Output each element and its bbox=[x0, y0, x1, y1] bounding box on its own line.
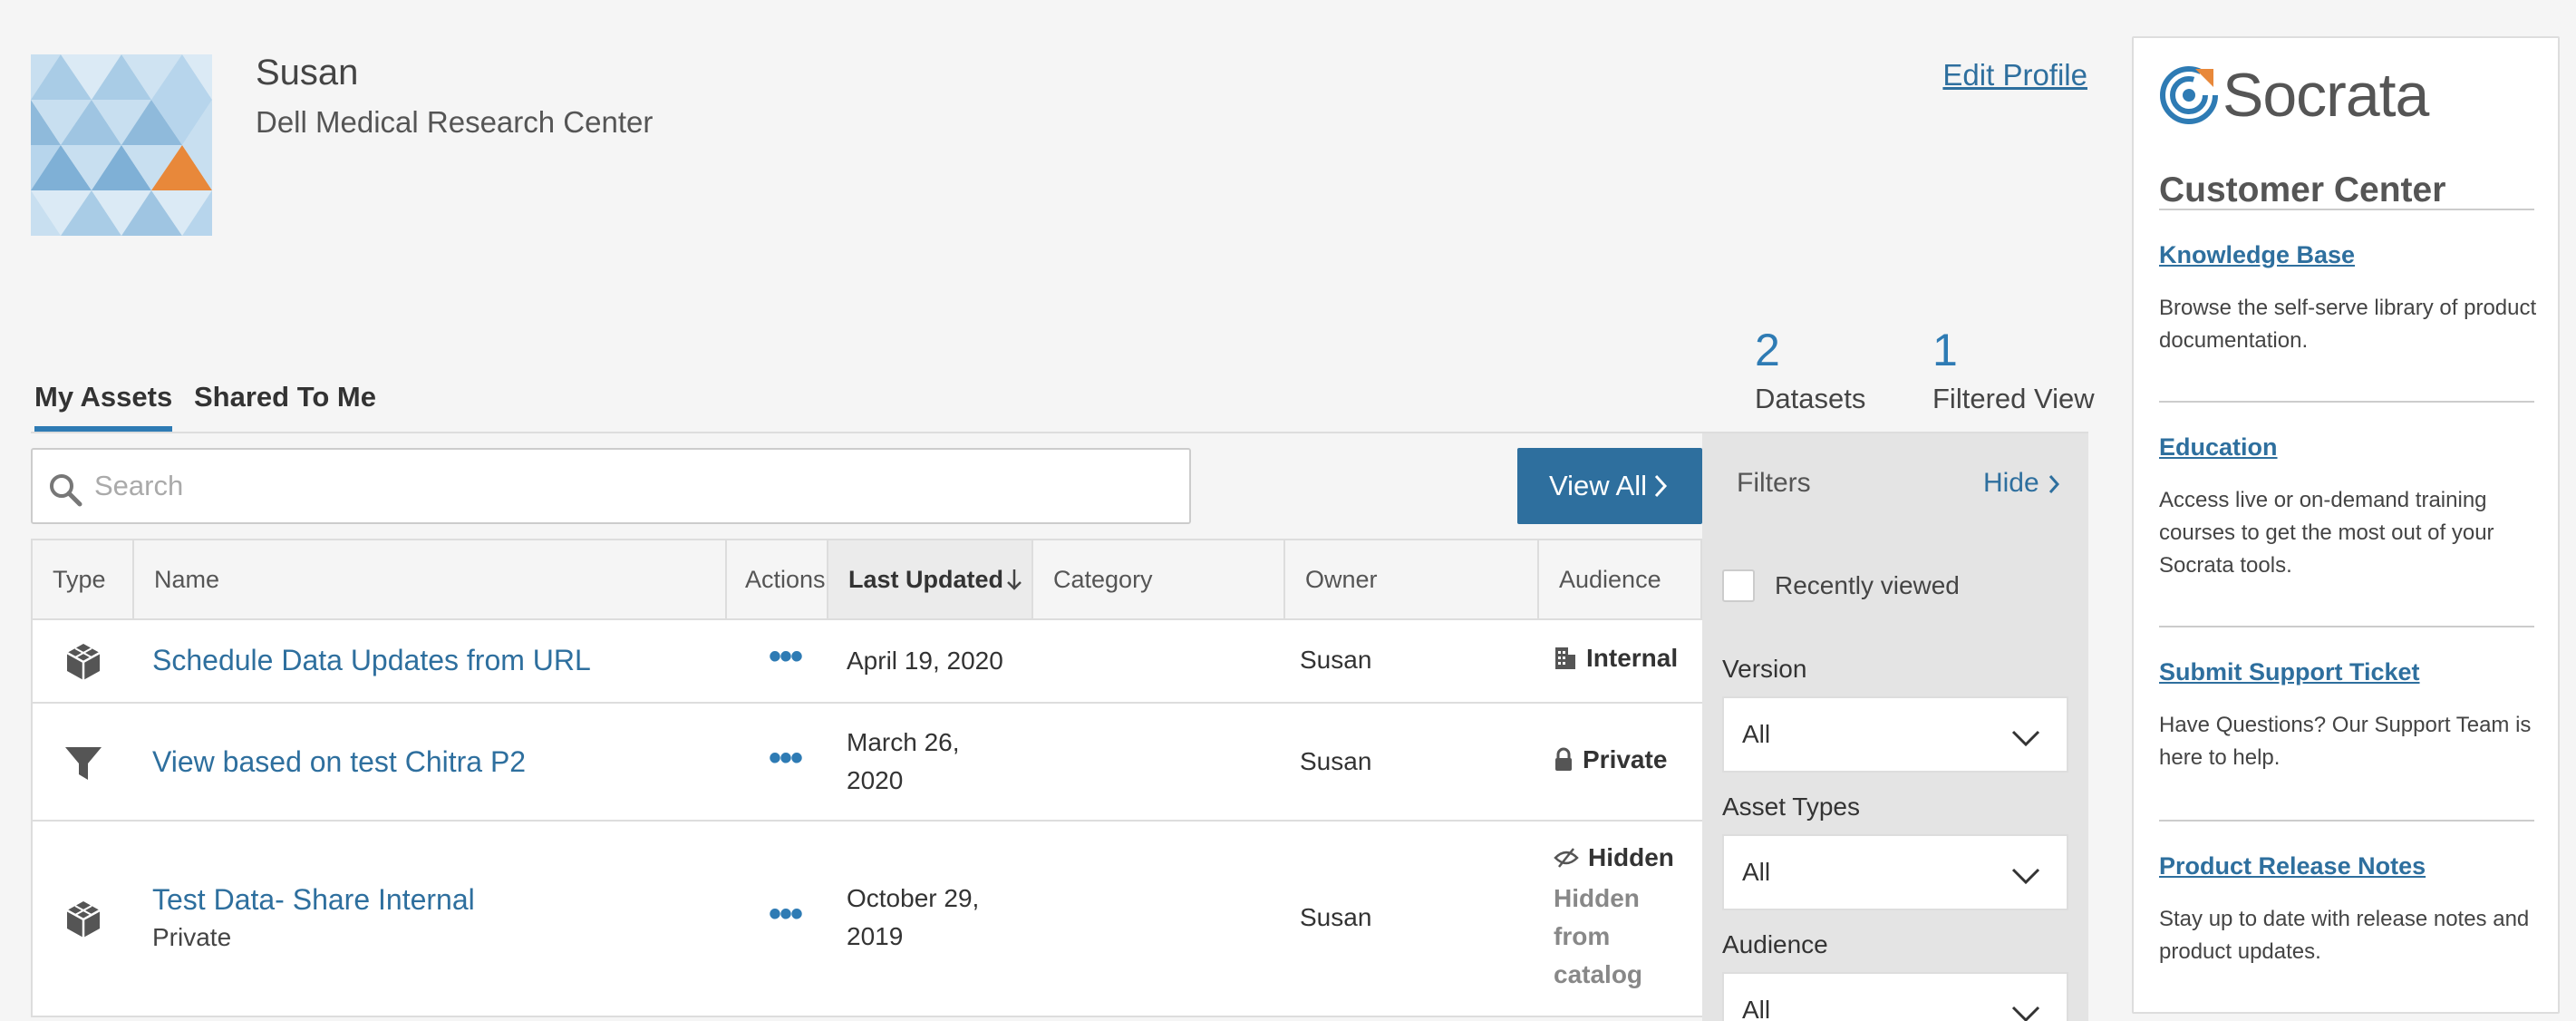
row-actions-button[interactable]: ••• bbox=[769, 738, 803, 779]
filters-title: Filters bbox=[1737, 468, 1811, 498]
column-owner[interactable]: Owner bbox=[1285, 540, 1539, 618]
asset-name-link[interactable]: View based on test Chitra P2 bbox=[152, 745, 526, 779]
audience: Internal bbox=[1554, 644, 1678, 673]
last-updated: March 26, 2020 bbox=[847, 728, 960, 794]
education-desc: Access live or on-demand training course… bbox=[2159, 488, 2494, 578]
main-content: Susan Dell Medical Research Center Edit … bbox=[0, 0, 2103, 1021]
avatar bbox=[31, 54, 212, 236]
asset-types-label: Asset Types bbox=[1722, 792, 1861, 821]
customer-center-title: Customer Center bbox=[2159, 170, 2446, 209]
hide-filters-label: Hide bbox=[1982, 468, 2039, 498]
profile-name: Susan bbox=[256, 53, 359, 92]
owner: Susan bbox=[1300, 646, 1372, 674]
support-ticket-desc: Have Questions? Our Support Team is here… bbox=[2159, 713, 2532, 770]
datasets-count[interactable]: 2 Datasets bbox=[1755, 323, 1865, 415]
customer-center-sidebar: Socrata Customer Center Knowledge Base B… bbox=[2132, 36, 2560, 1014]
edit-profile-link[interactable]: Edit Profile bbox=[1942, 58, 2087, 92]
table-row: View based on test Chitra P2 ••• March 2… bbox=[31, 704, 1702, 822]
column-last-updated[interactable]: Last Updated bbox=[828, 540, 1033, 618]
asset-name-link[interactable]: Schedule Data Updates from URL bbox=[152, 644, 591, 677]
owner: Susan bbox=[1300, 747, 1372, 775]
version-select[interactable]: All bbox=[1722, 696, 2068, 773]
divider bbox=[2159, 209, 2534, 210]
filtered-view-count[interactable]: 1 Filtered View bbox=[1932, 323, 2095, 415]
view-all-button[interactable]: View All bbox=[1517, 448, 1702, 524]
column-type: Type bbox=[33, 540, 134, 618]
audience-label: Internal bbox=[1586, 644, 1679, 672]
datasets-count-label: Datasets bbox=[1755, 383, 1866, 414]
knowledge-base-link[interactable]: Knowledge Base bbox=[2159, 241, 2355, 269]
divider bbox=[2159, 626, 2534, 627]
chevron-right-icon bbox=[1654, 474, 1668, 498]
divider bbox=[2159, 401, 2534, 403]
row-actions-button[interactable]: ••• bbox=[769, 894, 803, 935]
last-updated: April 19, 2020 bbox=[847, 647, 1003, 675]
lock-icon bbox=[1555, 747, 1572, 771]
divider bbox=[2159, 820, 2534, 822]
recently-viewed-filter[interactable]: Recently viewed bbox=[1722, 569, 1960, 602]
row-actions-button[interactable]: ••• bbox=[769, 637, 803, 677]
building-icon bbox=[1555, 647, 1575, 669]
column-audience[interactable]: Audience bbox=[1539, 540, 1700, 618]
filters-panel: Filters Hide Recently viewed Version All… bbox=[1702, 433, 2088, 1021]
asset-types-select[interactable]: All bbox=[1722, 834, 2068, 910]
dataset-icon bbox=[66, 901, 101, 938]
product-release-notes-link[interactable]: Product Release Notes bbox=[2159, 852, 2426, 880]
column-actions: Actions bbox=[727, 540, 828, 618]
view-all-label: View All bbox=[1549, 470, 1647, 501]
hide-filters-button[interactable]: Hide bbox=[1983, 468, 2061, 499]
socrata-logo-icon bbox=[2160, 66, 2218, 124]
tab-my-assets[interactable]: My Assets bbox=[34, 381, 173, 432]
filters-header: Filters Hide bbox=[1702, 433, 2088, 539]
table-row: Test Data- Share Internal Private ••• Oc… bbox=[31, 822, 1702, 1017]
column-name[interactable]: Name bbox=[134, 540, 727, 618]
table-row: Schedule Data Updates from URL ••• April… bbox=[31, 620, 1702, 704]
audience-filter-label: Audience bbox=[1722, 930, 1828, 958]
audience-label: Hidden bbox=[1588, 843, 1674, 871]
version-label: Version bbox=[1722, 655, 1807, 683]
last-updated: October 29, 2019 bbox=[847, 884, 980, 950]
search-input[interactable] bbox=[94, 450, 1173, 522]
assets-table: Type Name Actions Last Updated Category … bbox=[31, 539, 1702, 1017]
hidden-eye-icon bbox=[1554, 848, 1579, 868]
submit-support-ticket-link[interactable]: Submit Support Ticket bbox=[2159, 658, 2420, 686]
search-box[interactable] bbox=[31, 448, 1191, 524]
socrata-logo-text: Socrata bbox=[2223, 61, 2429, 130]
audience: Hidden bbox=[1554, 843, 1674, 872]
audience-label: Private bbox=[1583, 745, 1668, 773]
chevron-right-icon bbox=[2048, 475, 2060, 494]
audience-note: Hidden from catalog bbox=[1554, 884, 1643, 988]
education-link[interactable]: Education bbox=[2159, 433, 2278, 462]
datasets-count-value: 2 bbox=[1755, 325, 1780, 375]
knowledge-base-desc: Browse the self-serve library of product… bbox=[2159, 296, 2537, 353]
column-category[interactable]: Category bbox=[1033, 540, 1285, 618]
table-header: Type Name Actions Last Updated Category … bbox=[31, 539, 1702, 620]
filter-icon bbox=[65, 747, 102, 780]
audience: Private bbox=[1554, 745, 1667, 774]
chevron-down-icon bbox=[2011, 1006, 2040, 1021]
audience-select-value: All bbox=[1742, 996, 1771, 1021]
recently-viewed-checkbox[interactable] bbox=[1722, 569, 1755, 602]
asset-types-select-value: All bbox=[1742, 858, 1771, 886]
recently-viewed-label: Recently viewed bbox=[1775, 571, 1960, 599]
asset-visibility: Private bbox=[152, 923, 232, 951]
audience-select[interactable]: All bbox=[1722, 972, 2068, 1021]
socrata-logo: Socrata bbox=[2159, 60, 2429, 131]
version-select-value: All bbox=[1742, 720, 1771, 748]
sort-down-icon bbox=[1007, 569, 1022, 590]
owner: Susan bbox=[1300, 903, 1372, 931]
search-icon bbox=[50, 474, 82, 507]
asset-name-link[interactable]: Test Data- Share Internal bbox=[152, 883, 475, 917]
chevron-down-icon bbox=[2011, 730, 2040, 747]
filtered-view-count-value: 1 bbox=[1932, 325, 1958, 375]
profile-organization: Dell Medical Research Center bbox=[256, 105, 654, 139]
column-last-updated-label: Last Updated bbox=[848, 565, 1004, 593]
release-notes-desc: Stay up to date with release notes and p… bbox=[2159, 907, 2530, 964]
tab-shared-to-me[interactable]: Shared To Me bbox=[194, 381, 376, 413]
filtered-view-count-label: Filtered View bbox=[1932, 383, 2095, 414]
dataset-icon bbox=[66, 644, 101, 680]
chevron-down-icon bbox=[2011, 868, 2040, 885]
